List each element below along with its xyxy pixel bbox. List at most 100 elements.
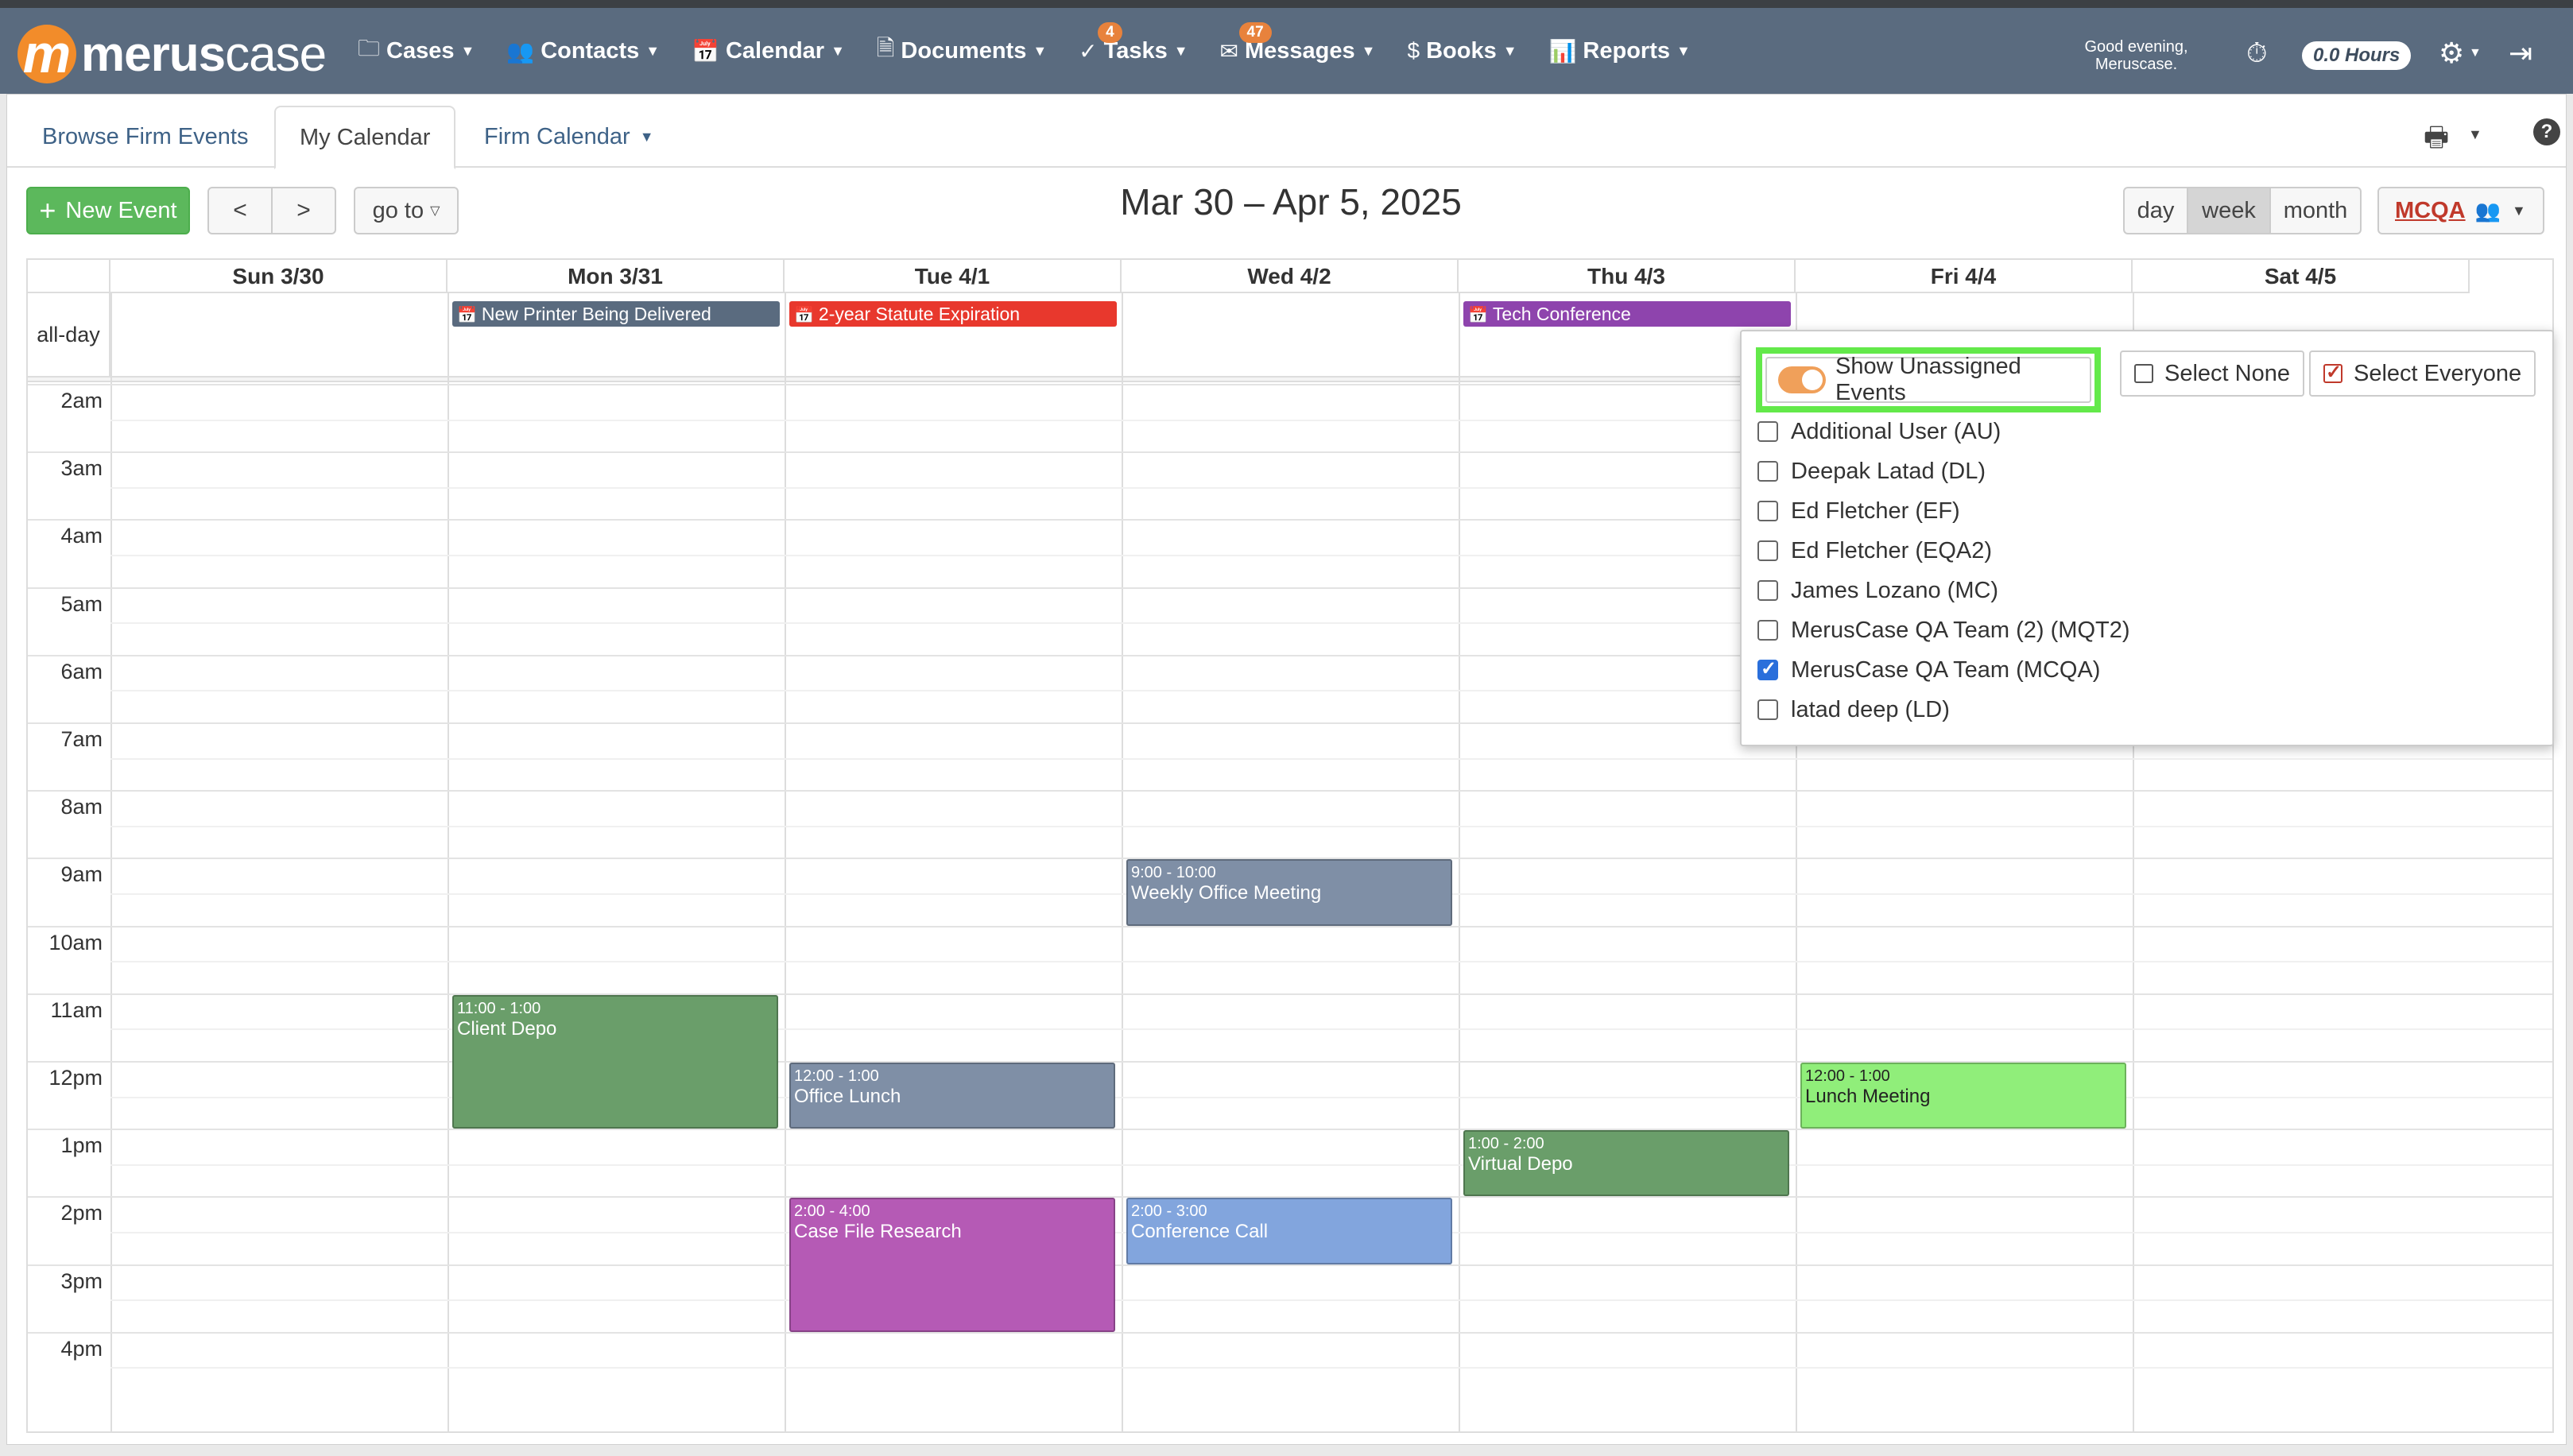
hours-badge[interactable]: 0.0 Hours (2302, 41, 2412, 70)
nav-cases[interactable]: 🗀 Cases ▼ (358, 27, 475, 75)
chevron-down-icon[interactable]: ▼ (2469, 46, 2482, 60)
event-time: 9:00 - 10:00 (1131, 864, 1216, 882)
nav-documents[interactable]: 🗎 Documents ▼ (877, 27, 1047, 75)
allday-event[interactable]: 📅 New Printer Being Delivered (452, 301, 780, 327)
tab-browse-firm-events[interactable]: Browse Firm Events (18, 106, 272, 168)
user-checkbox[interactable] (1757, 461, 1778, 482)
calendar-event[interactable]: 1:00 - 2:00 Virtual Depo (1463, 1130, 1789, 1197)
nav-contacts[interactable]: 👥 Contacts ▼ (506, 27, 660, 75)
calendar-icon: 📅 (794, 307, 814, 324)
select-everyone-label: Select Everyone (2354, 360, 2522, 386)
calendar-event[interactable]: 12:00 - 1:00 Lunch Meeting (1800, 1063, 2126, 1129)
goto-date-button[interactable]: go to ▽ (354, 187, 459, 234)
nav-label: Calendar (725, 37, 825, 64)
hour-line (28, 993, 2552, 995)
nav-messages[interactable]: ✉ Messages ▼ 47 (1220, 22, 1376, 75)
day-header[interactable]: Mon 3/31 (448, 260, 785, 293)
nav-label: Contacts (541, 37, 640, 64)
next-week-button[interactable]: > (271, 187, 336, 234)
user-option[interactable]: Ed Fletcher (EQA2) (1757, 535, 1992, 567)
stopwatch-icon[interactable]: ⏱ (2246, 38, 2268, 69)
day-column-divider (448, 293, 449, 1431)
chevron-down-icon: ▼ (1361, 42, 1376, 59)
event-time: 1:00 - 2:00 (1468, 1135, 1544, 1153)
event-time: 11:00 - 1:00 (457, 999, 541, 1017)
user-option-label: Additional User (AU) (1791, 418, 2001, 444)
nav-reports[interactable]: 📊 Reports ▼ (1549, 27, 1691, 75)
chevron-down-icon[interactable]: ▼ (2468, 126, 2482, 143)
user-checkbox[interactable] (1757, 540, 1778, 561)
user-checkbox[interactable] (1757, 620, 1778, 641)
show-unassigned-toggle-button[interactable]: Show Unassigned Events (1765, 354, 2091, 405)
time-label: 4pm (60, 1336, 103, 1361)
day-header[interactable]: Wed 4/2 (1122, 260, 1459, 293)
allday-event-title: 2-year Statute Expiration (818, 304, 1021, 324)
time-label: 6am (60, 659, 103, 683)
event-title: Virtual Depo (1468, 1153, 1573, 1175)
user-option[interactable]: Additional User (AU) (1757, 416, 2001, 447)
user-filter-button[interactable]: MCQA 👥 ▼ (2377, 187, 2544, 234)
day-header[interactable]: Fri 4/4 (1796, 260, 2133, 293)
user-option[interactable]: James Lozano (MC) (1757, 575, 1998, 606)
chevron-down-icon: ▼ (831, 42, 845, 59)
user-option[interactable]: Ed Fletcher (EF) (1757, 495, 1960, 527)
view-month-button[interactable]: month (2271, 187, 2362, 234)
half-hour-line (110, 1164, 2552, 1166)
help-icon[interactable]: ? (2533, 118, 2560, 145)
day-header[interactable]: Sat 4/5 (2133, 260, 2470, 293)
calendar-event[interactable]: 9:00 - 10:00 Weekly Office Meeting (1126, 859, 1452, 926)
calendar-event[interactable]: 11:00 - 1:00 Client Depo (452, 994, 778, 1129)
main-nav: 🗀 Cases ▼ 👥 Contacts ▼ 📅 Calendar ▼ 🗎 Documents ▼ ✓ T… (358, 8, 1722, 94)
user-checkbox[interactable] (1757, 501, 1778, 521)
half-hour-line (110, 825, 2552, 827)
new-event-button[interactable]: + New Event (26, 187, 190, 234)
user-checkbox[interactable] (1757, 657, 1778, 680)
logo-mark: m (17, 25, 76, 83)
event-title: Client Depo (457, 1017, 557, 1040)
time-label: 7am (60, 727, 103, 751)
user-option-label: Deepak Latad (DL) (1791, 458, 1986, 484)
day-header[interactable]: Thu 4/3 (1459, 260, 1796, 293)
user-checkbox[interactable] (1757, 421, 1778, 442)
gear-icon[interactable]: ⚙ (2439, 37, 2464, 70)
logo-text: meruscase (81, 26, 327, 83)
view-day-button[interactable]: day (2123, 187, 2188, 234)
tab-firm-calendar[interactable]: Firm Calendar ▼ (460, 106, 678, 168)
allday-event[interactable]: 📅 Tech Conference (1463, 301, 1791, 327)
tab-my-calendar[interactable]: My Calendar (274, 106, 456, 169)
nav-books[interactable]: $ Books ▼ (1408, 27, 1517, 75)
view-week-button[interactable]: week (2188, 187, 2271, 234)
nav-label: Books (1426, 37, 1497, 64)
day-header[interactable]: Tue 4/1 (785, 260, 1122, 293)
nav-icon: 👥 (506, 38, 535, 64)
nav-tasks[interactable]: ✓ Tasks ▼ 4 (1079, 22, 1188, 75)
nav-icon: 📊 (1548, 38, 1577, 64)
select-none-button[interactable]: Select None (2120, 350, 2304, 397)
calendar-event[interactable]: 2:00 - 3:00 Conference Call (1126, 1198, 1452, 1264)
calendar-date-range: Mar 30 – Apr 5, 2025 (1120, 181, 1462, 223)
time-label: 9am (60, 862, 103, 887)
nav-label: Reports (1583, 37, 1670, 64)
calendar-event[interactable]: 12:00 - 1:00 Office Lunch (789, 1063, 1115, 1129)
event-time: 2:00 - 3:00 (1131, 1202, 1207, 1221)
calendar-panel: Browse Firm Events My Calendar Firm Cale… (6, 94, 2567, 1445)
user-checkbox[interactable] (1757, 699, 1778, 720)
day-header[interactable]: Sun 3/30 (110, 260, 448, 293)
select-everyone-button[interactable]: Select Everyone (2309, 350, 2536, 397)
logout-icon[interactable]: ⇥ (2509, 37, 2532, 70)
user-checkbox[interactable] (1757, 580, 1778, 601)
allday-event[interactable]: 📅 2-year Statute Expiration (789, 301, 1117, 327)
meruscase-logo[interactable]: m meruscase (17, 22, 327, 86)
prev-week-button[interactable]: < (207, 187, 273, 234)
user-option-label: Ed Fletcher (EQA2) (1791, 537, 1993, 563)
allday-event-title: New Printer Being Delivered (481, 304, 711, 324)
print-icon[interactable]: 🖶 (2424, 118, 2449, 164)
nav-calendar[interactable]: 📅 Calendar ▼ (692, 27, 845, 75)
toggle-switch[interactable] (1778, 366, 1827, 393)
time-label: 10am (48, 930, 103, 955)
calendar-event[interactable]: 2:00 - 4:00 Case File Research (789, 1198, 1115, 1332)
user-option[interactable]: MerusCase QA Team (2) (MQT2) (1757, 614, 2130, 646)
user-option[interactable]: MerusCase QA Team (MCQA) (1757, 654, 2100, 686)
user-option[interactable]: Deepak Latad (DL) (1757, 455, 1986, 487)
user-option[interactable]: latad deep (LD) (1757, 694, 1950, 726)
